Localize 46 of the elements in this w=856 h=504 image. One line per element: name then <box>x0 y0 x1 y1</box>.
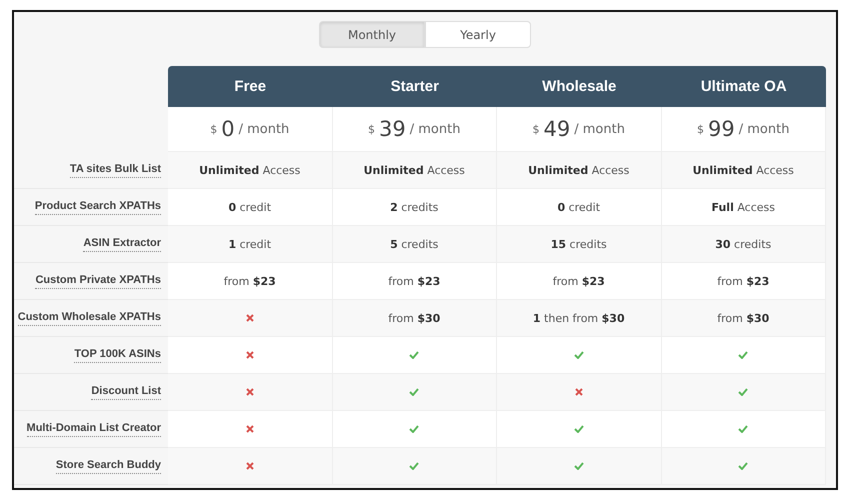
feature-value: 0 credit <box>228 200 272 214</box>
feature-value: Unlimited Access <box>692 164 794 176</box>
billing-period-tab[interactable]: Yearly <box>425 21 531 48</box>
billing-period: / month <box>738 122 790 136</box>
feature-label[interactable]: Multi-Domain List Creator <box>26 421 161 437</box>
feature-value: from $23 <box>552 274 605 288</box>
billing-period: / month <box>238 122 290 136</box>
feature-label[interactable]: Custom Wholesale XPATHs <box>18 310 161 326</box>
plan-price: 39 <box>379 117 406 141</box>
currency-symbol: $ <box>697 122 704 136</box>
feature-value: 2 credits <box>390 200 438 214</box>
plan-name: Wholesale <box>497 66 662 107</box>
feature-label[interactable]: TOP 100K ASINs <box>74 347 161 363</box>
plan-name: Ultimate OA <box>662 66 826 107</box>
feature-value: from $23 <box>388 274 440 288</box>
billing-period: / month <box>574 122 625 136</box>
currency-symbol: $ <box>532 122 540 136</box>
feature-value: 1 then from $30 <box>532 312 625 324</box>
currency-symbol: $ <box>210 122 218 136</box>
feature-value: Unlimited Access <box>364 164 465 176</box>
feature-value: from $23 <box>717 274 770 288</box>
billing-period: / month <box>410 122 460 136</box>
plan-name: Free <box>168 66 332 107</box>
feature-value: Unlimited Access <box>199 164 300 176</box>
feature-value: from $30 <box>388 312 440 324</box>
plan-price: 99 <box>708 117 735 141</box>
plan-name: Starter <box>332 66 497 107</box>
feature-value: 30 credits <box>715 238 772 250</box>
feature-label[interactable]: Discount List <box>91 384 161 400</box>
feature-value: 1 credit <box>228 238 272 250</box>
feature-value: from $23 <box>224 274 276 288</box>
feature-value: 5 credits <box>390 238 438 250</box>
billing-period-tab[interactable]: Monthly <box>319 21 425 48</box>
plan-price: 0 <box>221 117 235 141</box>
feature-label[interactable]: Custom Private XPATHs <box>35 273 161 289</box>
feature-value: Unlimited Access <box>528 164 630 176</box>
currency-symbol: $ <box>368 122 376 136</box>
feature-value: 15 credits <box>550 238 607 250</box>
feature-value: 0 credit <box>557 200 600 214</box>
plan-price: 49 <box>544 117 570 141</box>
feature-value: Full Access <box>712 200 775 214</box>
feature-label[interactable]: ASIN Extractor <box>83 236 161 252</box>
feature-label[interactable]: Product Search XPATHs <box>34 199 161 215</box>
feature-value: from $30 <box>717 312 770 324</box>
feature-label[interactable]: Store Search Buddy <box>56 458 161 474</box>
feature-label[interactable]: TA sites Bulk List <box>70 162 161 178</box>
